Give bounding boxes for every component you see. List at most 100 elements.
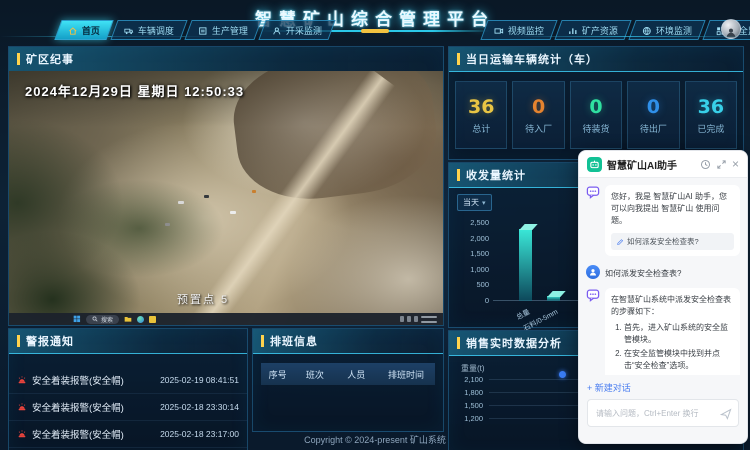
nav-tab-车辆调度[interactable]: 车辆调度: [110, 20, 187, 40]
send-icon[interactable]: [720, 407, 732, 419]
stat-label: 待入厂: [525, 122, 552, 135]
nav-tab-开采监测[interactable]: 开采监测: [258, 20, 335, 40]
panel-alerts: 警报通知 安全着装报警(安全帽)2025-02-19 08:41:51安全着装报…: [8, 328, 248, 450]
stat-cards: 36总计0待入厂0待装货0待出厂36已完成: [455, 81, 737, 149]
bar-top-face: [519, 224, 537, 230]
stat-value: 36: [698, 96, 724, 118]
nav-tab-视频监控[interactable]: 视频监控: [480, 20, 557, 40]
y-tick-label: 2,500: [457, 218, 489, 227]
pencil-icon: [616, 238, 624, 246]
new-chat-button[interactable]: + 新建对话: [587, 381, 739, 394]
panel-header: 当日运输车辆统计（车）: [449, 47, 743, 72]
sales-y-tick-label: 1,200: [451, 414, 483, 423]
alert-timestamp: 2025-02-18 23:30:14: [160, 402, 239, 412]
person-icon: [725, 26, 737, 38]
stat-card-待入厂: 0 待入厂: [512, 81, 564, 149]
y-tick-label: 500: [457, 280, 489, 289]
ai-greeting-card: 您好，我是 智慧矿山AI 助手，您可以向我提出 智慧矿山 使用问题。 如何派发安…: [605, 185, 740, 256]
tray-icon: [414, 316, 418, 322]
panel-title: 销售实时数据分析: [466, 335, 562, 351]
video-machine-dot: [230, 211, 236, 214]
truck-icon: [124, 25, 134, 35]
nav-tab-inner: 生产管理: [198, 24, 248, 37]
schedule-column-排班时间: 排班时间: [377, 368, 435, 381]
nav-tab-矿产资源[interactable]: 矿产资源: [554, 20, 631, 40]
bar-front-face: [519, 229, 532, 301]
nav-tab-环境监测[interactable]: 环境监测: [628, 20, 705, 40]
nav-tab-label: 开采监测: [286, 24, 322, 37]
ai-bubble-icon: [586, 185, 600, 199]
schedule-table-header: 序号班次人员排班时间: [261, 363, 435, 385]
ai-message-row: 在智慧矿山系统中派发安全检查表的步骤如下： 首先，进入矿山系统的安全监管模块。在…: [586, 288, 740, 383]
stat-value: 0: [532, 96, 545, 118]
dashboard-root: 智慧矿山综合管理平台 首页车辆调度生产管理开采监测 视频监控矿产资源环境监测安全…: [0, 0, 750, 450]
bar-front-face: [547, 296, 560, 301]
nav-tab-label: 环境监测: [656, 24, 692, 37]
video-feed: 2024年12月29日 星期日 12:50:33 预置点 5 搜索: [9, 71, 443, 325]
stat-card-待装货: 0待装货: [570, 81, 622, 149]
panel-title: 矿区纪事: [26, 51, 74, 67]
nav-tab-inner: 矿产资源: [568, 24, 618, 37]
ai-panel-footer: + 新建对话: [579, 375, 747, 443]
close-icon[interactable]: ×: [732, 159, 739, 170]
sales-y-tick-label: 1,800: [451, 388, 483, 397]
tray-icon: [400, 316, 404, 322]
nav-tab-inner: 首页: [68, 24, 100, 37]
folder-icon: [124, 315, 132, 323]
nav-tab-生产管理[interactable]: 生产管理: [184, 20, 261, 40]
user-question-text: 如何派发安全检查表?: [605, 265, 681, 279]
video-machine-dot: [165, 223, 170, 226]
alert-text: 安全着装报警(安全帽): [32, 373, 155, 387]
app-icon: [149, 316, 156, 323]
search-icon: [92, 316, 98, 322]
chevron-down-icon: ▾: [482, 199, 486, 207]
ai-assistant-panel: 智慧矿山AI助手 × 您好，我是 智慧矿山AI 助手，您可以向我提出 智慧矿山 …: [578, 150, 748, 444]
user-avatar[interactable]: [721, 19, 741, 39]
y-tick-label: 1,000: [457, 265, 489, 274]
ai-question-input[interactable]: [594, 408, 716, 419]
taskbar-left: 搜索: [73, 315, 156, 324]
period-filter-dropdown[interactable]: 当天 ▾: [457, 194, 492, 211]
ai-answer-intro: 在智慧矿山系统中派发安全检查表的步骤如下：: [611, 295, 731, 316]
taskbar-search-label: 搜索: [101, 315, 113, 324]
alert-list-item[interactable]: 安全着装报警(安全帽)2025-02-19 08:41:51: [9, 367, 247, 394]
video-machine-dot: [204, 195, 209, 198]
nav-tab-inner: 环境监测: [642, 24, 692, 37]
ai-conversation: 您好，我是 智慧矿山AI 助手，您可以向我提出 智慧矿山 使用问题。 如何派发安…: [579, 177, 747, 383]
taskbar-tray: [400, 316, 437, 323]
expand-icon[interactable]: [716, 159, 727, 170]
tray-clock: [421, 316, 437, 323]
suggested-question-chip[interactable]: 如何派发安全检查表?: [611, 233, 734, 250]
panel-schedule: 排班信息 序号班次人员排班时间: [252, 328, 444, 432]
nav-tab-label: 生产管理: [212, 24, 248, 37]
panel-title: 排班信息: [270, 333, 318, 349]
user-message-row: 如何派发安全检查表?: [586, 265, 740, 279]
nav-tab-label: 视频监控: [508, 24, 544, 37]
stat-label: 待装货: [583, 122, 610, 135]
ai-robot-icon: [587, 157, 602, 172]
environment-icon: [642, 25, 652, 35]
stat-card-总计: 36总计: [455, 81, 507, 149]
history-icon[interactable]: [700, 159, 711, 170]
schedule-column-班次: 班次: [294, 368, 335, 381]
panel-title: 警报通知: [26, 333, 74, 349]
ai-panel-title: 智慧矿山AI助手: [607, 157, 695, 172]
panel-header: 矿区纪事: [9, 47, 443, 72]
ai-panel-header: 智慧矿山AI助手 ×: [579, 151, 747, 178]
ai-answer-steps: 首先，进入矿山系统的安全监管模块。在安全监管模块中找到并点击“安全检查”选项。接…: [611, 322, 734, 383]
alarm-icon: [17, 402, 27, 412]
worker-icon: [272, 25, 282, 35]
stat-label: 已完成: [697, 122, 724, 135]
user-avatar-icon: [586, 265, 600, 279]
video-taskbar: 搜索: [9, 313, 443, 325]
ai-greeting-text: 您好，我是 智慧矿山AI 助手，您可以向我提出 智慧矿山 使用问题。: [611, 192, 727, 225]
alert-list-item[interactable]: 安全着装报警(安全帽)2025-02-18 23:30:14: [9, 394, 247, 421]
camera-icon: [494, 25, 504, 35]
stat-value: 36: [468, 96, 494, 118]
nav-tab-首页[interactable]: 首页: [54, 20, 113, 40]
panel-title: 当日运输车辆统计（车）: [466, 51, 598, 67]
home-icon: [68, 25, 78, 35]
y-tick-label: 0: [457, 296, 489, 305]
header: 智慧矿山综合管理平台 首页车辆调度生产管理开采监测 视频监控矿产资源环境监测安全…: [0, 0, 750, 44]
sales-y-axis-label: 重量(t): [461, 363, 485, 374]
